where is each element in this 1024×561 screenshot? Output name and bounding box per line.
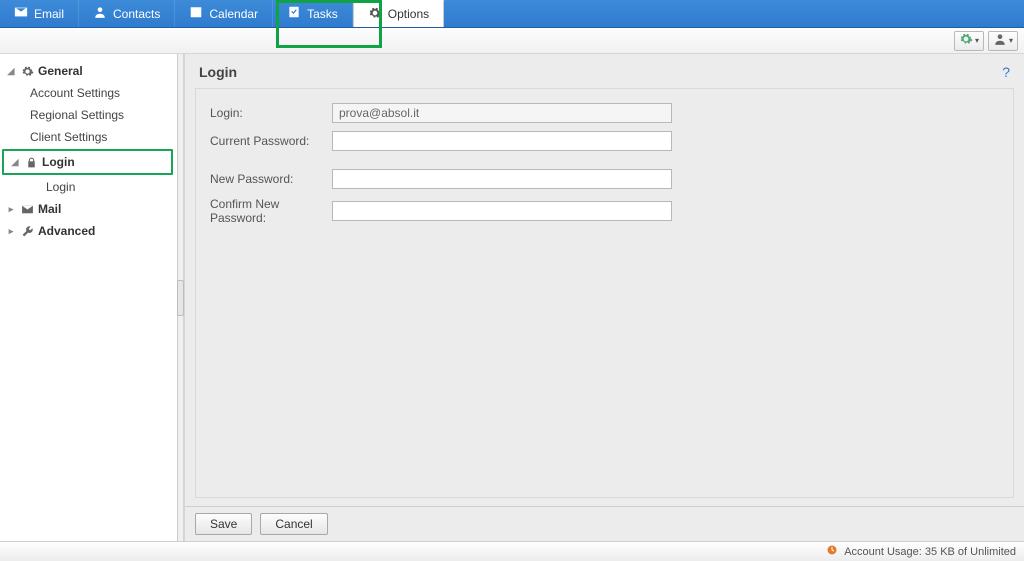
tab-contacts-label: Contacts: [113, 7, 160, 21]
button-bar: Save Cancel: [185, 506, 1024, 541]
login-form: Login: Current Password: New Password: C…: [195, 88, 1014, 498]
cancel-button[interactable]: Cancel: [260, 513, 327, 535]
tasks-icon: [287, 5, 301, 22]
splitter-handle-icon: [177, 280, 184, 316]
new-password-label: New Password:: [210, 172, 332, 186]
email-icon: [14, 5, 28, 22]
help-link[interactable]: ?: [1002, 64, 1010, 80]
sidebar-login-section-label: Login: [42, 153, 75, 171]
login-label: Login:: [210, 106, 332, 120]
expand-icon: ▸: [6, 222, 16, 240]
status-bar: Account Usage: 35 KB of Unlimited: [0, 541, 1024, 561]
expand-icon: ▸: [6, 200, 16, 218]
main-header: Login ?: [185, 54, 1024, 88]
tab-calendar[interactable]: Calendar: [175, 0, 273, 27]
tab-options-label: Options: [388, 7, 429, 21]
tab-tasks[interactable]: Tasks: [273, 0, 353, 27]
usage-icon: [826, 544, 838, 559]
lock-icon: [24, 155, 38, 169]
account-usage-text: Account Usage: 35 KB of Unlimited: [844, 546, 1016, 558]
tab-calendar-label: Calendar: [209, 7, 258, 21]
settings-dropdown-button[interactable]: ▾: [954, 31, 984, 51]
workspace: ◢ General Account Settings Regional Sett…: [0, 54, 1024, 541]
toolstrip: ▾ ▾: [0, 28, 1024, 54]
sidebar-item-general[interactable]: ◢ General: [0, 60, 177, 82]
new-password-field[interactable]: [332, 169, 672, 189]
options-sidebar: ◢ General Account Settings Regional Sett…: [0, 54, 178, 541]
wrench-icon: [20, 224, 34, 238]
sidebar-item-login[interactable]: Login: [0, 176, 177, 198]
save-button[interactable]: Save: [195, 513, 252, 535]
sidebar-item-mail[interactable]: ▸ Mail: [0, 198, 177, 220]
sidebar-item-login-section[interactable]: ◢ Login: [2, 149, 173, 175]
top-nav: Email Contacts Calendar Tasks Options: [0, 0, 1024, 28]
calendar-icon: [189, 5, 203, 22]
collapse-icon: ◢: [6, 62, 16, 80]
sidebar-mail-label: Mail: [38, 200, 61, 218]
sidebar-item-advanced[interactable]: ▸ Advanced: [0, 220, 177, 242]
login-field[interactable]: [332, 103, 672, 123]
gear-icon: [959, 32, 973, 49]
confirm-password-label: Confirm New Password:: [210, 197, 332, 225]
chevron-down-icon: ▾: [975, 36, 979, 45]
sidebar-item-account-settings[interactable]: Account Settings: [0, 82, 177, 104]
sidebar-item-client-settings[interactable]: Client Settings: [0, 126, 177, 148]
gear-icon: [368, 6, 382, 23]
current-password-label: Current Password:: [210, 134, 332, 148]
sidebar-advanced-label: Advanced: [38, 222, 95, 240]
current-password-field[interactable]: [332, 131, 672, 151]
page-title: Login: [199, 64, 237, 80]
sidebar-general-label: General: [38, 62, 83, 80]
tab-email-label: Email: [34, 7, 64, 21]
main-panel: Login ? Login: Current Password: New Pas…: [184, 54, 1024, 541]
tab-options[interactable]: Options: [353, 0, 444, 27]
chevron-down-icon: ▾: [1009, 36, 1013, 45]
tab-tasks-label: Tasks: [307, 7, 338, 21]
tab-contacts[interactable]: Contacts: [79, 0, 175, 27]
confirm-password-field[interactable]: [332, 201, 672, 221]
gear-icon: [20, 64, 34, 78]
contacts-icon: [93, 5, 107, 22]
user-dropdown-button[interactable]: ▾: [988, 31, 1018, 51]
collapse-icon: ◢: [10, 153, 20, 171]
user-icon: [993, 32, 1007, 49]
mail-icon: [20, 202, 34, 216]
sidebar-item-regional-settings[interactable]: Regional Settings: [0, 104, 177, 126]
tab-email[interactable]: Email: [0, 0, 79, 27]
sidebar-splitter[interactable]: [178, 54, 184, 541]
